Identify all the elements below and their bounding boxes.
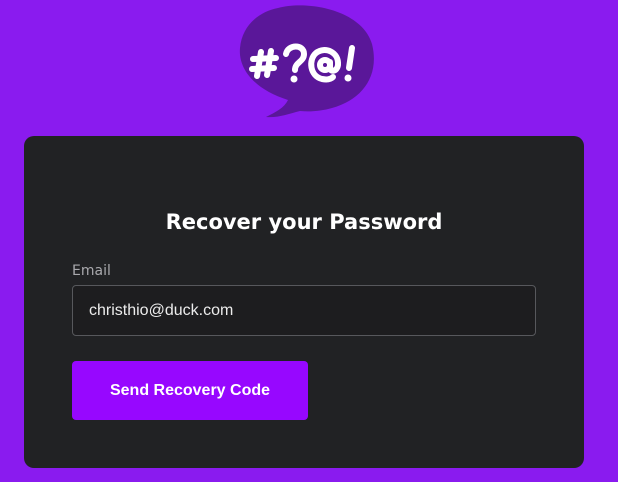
email-field[interactable] [72,285,536,336]
email-label: Email [72,263,111,279]
speech-bubble-logo-icon [239,5,374,118]
send-recovery-code-button[interactable]: Send Recovery Code [72,361,308,420]
page-title: Recover your Password [165,210,443,234]
brand-logo [234,4,376,120]
recover-password-card: Recover your Password Email Send Recover… [24,136,584,468]
